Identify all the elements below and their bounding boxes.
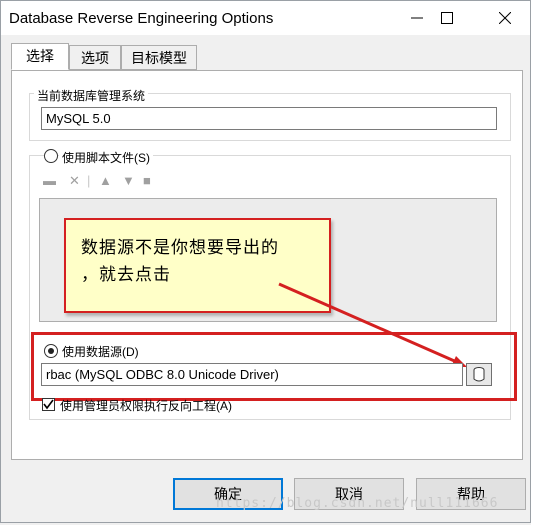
dialog-window: Database Reverse Engineering Options 选择 … <box>0 0 531 523</box>
admin-checkbox[interactable] <box>42 398 55 411</box>
datasource-field[interactable]: rbac (MySQL ODBC 8.0 Unicode Driver) <box>41 363 463 386</box>
tab-selection[interactable]: 选择 <box>11 43 69 70</box>
datasource-radio[interactable] <box>44 344 58 358</box>
database-icon <box>473 367 485 382</box>
datasource-label: 使用数据源(D) <box>62 345 139 359</box>
checkmark-icon <box>43 399 54 410</box>
background-window-edge <box>531 0 539 525</box>
watermark: https://blog.csdn.net/null111666 <box>216 496 499 511</box>
admin-checkbox-label: 使用管理员权限执行反向工程(A) <box>60 399 232 413</box>
annotation-arrow <box>278 282 467 367</box>
datasource-browse-button[interactable] <box>466 363 492 386</box>
